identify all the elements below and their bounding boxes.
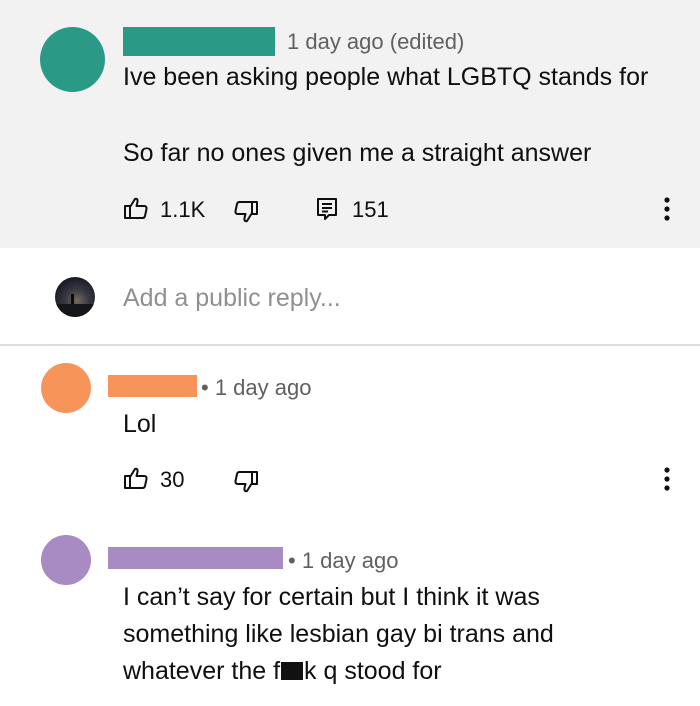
top-comment-line-2: So far no ones given me a straight answe… [123, 139, 592, 167]
reply-icon[interactable] [316, 197, 338, 221]
reply-2-line-2: something like lesbian gay bi trans and [123, 620, 554, 648]
reply-1-like-count: 30 [160, 467, 185, 492]
thumbs-down-icon[interactable] [233, 200, 259, 224]
user-avatar [55, 277, 95, 317]
top-comment: 1 day ago (edited) Ive been asking peopl… [0, 0, 700, 248]
reply-input[interactable]: Add a public reply... [123, 284, 341, 313]
top-comment-timestamp[interactable]: 1 day ago (edited) [287, 29, 464, 55]
top-comment-like-count: 1.1K [160, 197, 206, 222]
thumbs-up-icon[interactable] [123, 196, 149, 220]
reply-1-author-redacted[interactable] [108, 375, 197, 397]
thumbs-up-icon[interactable] [123, 466, 149, 490]
reply-1-timestamp[interactable]: • 1 day ago [201, 375, 311, 401]
reply-2-timestamp[interactable]: • 1 day ago [288, 548, 398, 574]
section-divider [0, 344, 700, 346]
reply-2-line-1: I can’t say for certain but I think it w… [123, 583, 540, 611]
reply-input-row: Add a public reply... [0, 248, 700, 344]
reply-1-text: Lol [123, 410, 157, 438]
more-vert-icon[interactable] [663, 466, 671, 492]
top-comment-author-redacted[interactable] [123, 27, 275, 56]
reply-2-line-3-before: whatever the f [123, 657, 281, 685]
top-comment-avatar[interactable] [40, 27, 105, 92]
reply-2-avatar[interactable] [41, 535, 91, 585]
more-vert-icon[interactable] [663, 196, 671, 222]
censor-block [281, 662, 304, 680]
top-comment-line-1: Ive been asking people what LGBTQ stands… [123, 63, 649, 91]
reply-2-line-3-after: k q stood for [304, 657, 442, 685]
thumbs-down-icon[interactable] [233, 470, 259, 494]
reply-2-author-redacted[interactable] [108, 547, 283, 569]
reply-2-line-3: whatever the f k q stood for [123, 657, 442, 686]
reply-1-avatar[interactable] [41, 363, 91, 413]
top-comment-reply-count[interactable]: 151 [352, 197, 389, 223]
